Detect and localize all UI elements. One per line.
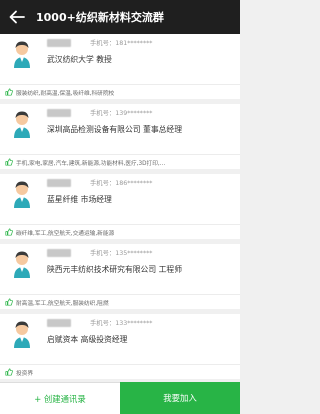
avatar-icon xyxy=(7,178,37,208)
bottom-bar: + 创建通讯录 我要加入 xyxy=(0,382,240,414)
member-card-info: 手机号：139******** 深圳高品检测设备有限公司 董事总经理 xyxy=(0,104,240,154)
thumbs-up-icon xyxy=(5,158,13,166)
member-tags: 服装纺织,耐高温,保温,吸纤维,科研院校 xyxy=(16,90,115,97)
member-card[interactable]: 手机号：181******** 武汉纺织大学 教授服装纺织,耐高温,保温,吸纤维,… xyxy=(0,34,240,104)
member-card[interactable]: 手机号：139******** 深圳高品检测设备有限公司 董事总经理手机,家电,家… xyxy=(0,104,240,174)
member-organization: 武汉纺织大学 教授 xyxy=(47,55,112,64)
thumbs-up-icon xyxy=(5,228,13,236)
member-card-info: 手机号：133******** 启赋资本 高级投资经理 xyxy=(0,314,240,364)
member-tags: 耐高温,军工,航空航天,服装纺织,阻燃 xyxy=(16,300,109,307)
blurred-name xyxy=(47,319,71,327)
page-title: 1000+纺织新材料交流群 xyxy=(36,11,164,24)
blurred-name xyxy=(47,109,71,117)
avatar-icon xyxy=(7,38,37,68)
member-tags: 手机,家电,家居,汽车,建筑,新能源,功能材料,医疗,3D打印,... xyxy=(16,160,166,167)
member-phone: 手机号：186******** xyxy=(90,180,153,187)
member-card[interactable]: 手机号：135******** 陕西元丰纺织技术研究有限公司 工程师耐高温,军工,… xyxy=(0,244,240,314)
member-card[interactable]: 手机号：186******** 蓝星纤维 市场经理碳纤维,军工,航空航天,交通运输… xyxy=(0,174,240,244)
blurred-name xyxy=(47,179,71,187)
avatar-icon xyxy=(7,108,37,138)
member-card-info: 手机号：135******** 陕西元丰纺织技术研究有限公司 工程师 xyxy=(0,244,240,294)
back-button[interactable] xyxy=(0,0,34,34)
member-phone: 手机号：135******** xyxy=(90,250,153,257)
member-phone: 手机号：181******** xyxy=(90,40,153,47)
member-tags-row: 投资界 xyxy=(0,364,240,379)
thumbs-up-icon xyxy=(5,298,13,306)
member-list[interactable]: 手机号：181******** 武汉纺织大学 教授服装纺织,耐高温,保温,吸纤维,… xyxy=(0,34,240,382)
member-tags-row: 碳纤维,军工,航空航天,交通运输,新能源 xyxy=(0,224,240,239)
app-header: 1000+纺织新材料交流群 xyxy=(0,0,240,34)
member-tags: 碳纤维,军工,航空航天,交通运输,新能源 xyxy=(16,230,115,237)
thumbs-up-icon xyxy=(5,368,13,376)
member-phone: 手机号：133******** xyxy=(90,320,153,327)
member-tags-row: 手机,家电,家居,汽车,建筑,新能源,功能材料,医疗,3D打印,... xyxy=(0,154,240,169)
member-organization: 启赋资本 高级投资经理 xyxy=(47,335,128,344)
avatar-icon xyxy=(7,318,37,348)
member-organization: 深圳高品检测设备有限公司 董事总经理 xyxy=(47,125,183,134)
member-tags-row: 服装纺织,耐高温,保温,吸纤维,科研院校 xyxy=(0,84,240,99)
member-phone: 手机号：139******** xyxy=(90,110,153,117)
blurred-name xyxy=(47,249,71,257)
thumbs-up-icon xyxy=(5,88,13,96)
member-card-info: 手机号：186******** 蓝星纤维 市场经理 xyxy=(0,174,240,224)
create-contacts-button[interactable]: + 创建通讯录 xyxy=(0,382,120,414)
arrow-left-icon xyxy=(9,10,25,24)
member-organization: 陕西元丰纺织技术研究有限公司 工程师 xyxy=(47,265,183,274)
blurred-name xyxy=(47,39,71,47)
member-card-info: 手机号：181******** 武汉纺织大学 教授 xyxy=(0,34,240,84)
avatar-icon xyxy=(7,248,37,278)
member-tags: 投资界 xyxy=(16,370,34,377)
member-organization: 蓝星纤维 市场经理 xyxy=(47,195,112,204)
member-card[interactable]: 手机号：133******** 启赋资本 高级投资经理投资界 xyxy=(0,314,240,382)
join-button[interactable]: 我要加入 xyxy=(120,382,240,414)
member-tags-row: 耐高温,军工,航空航天,服装纺织,阻燃 xyxy=(0,294,240,309)
